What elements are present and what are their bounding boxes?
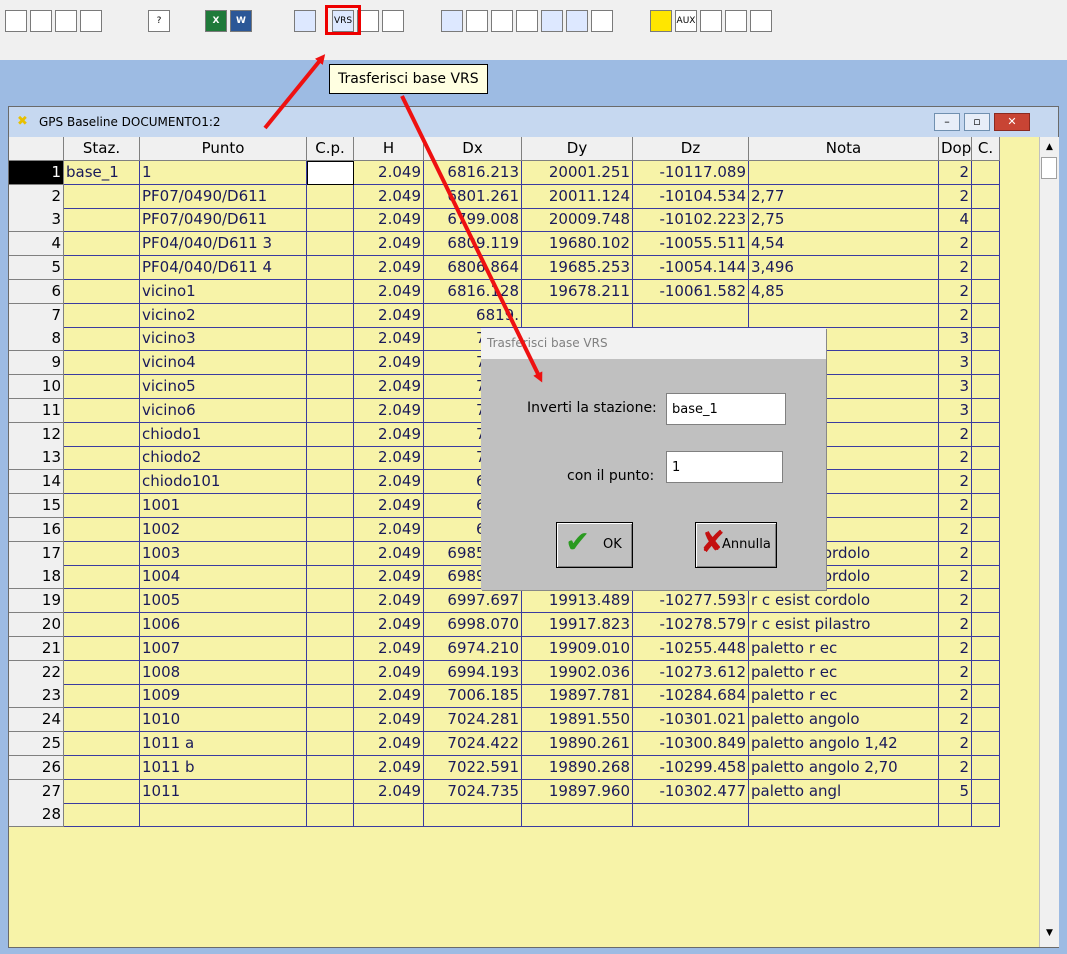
arrow-to-vrs-button	[263, 54, 326, 130]
annotation-arrows	[263, 54, 543, 383]
arrow-to-dialog	[400, 95, 543, 383]
